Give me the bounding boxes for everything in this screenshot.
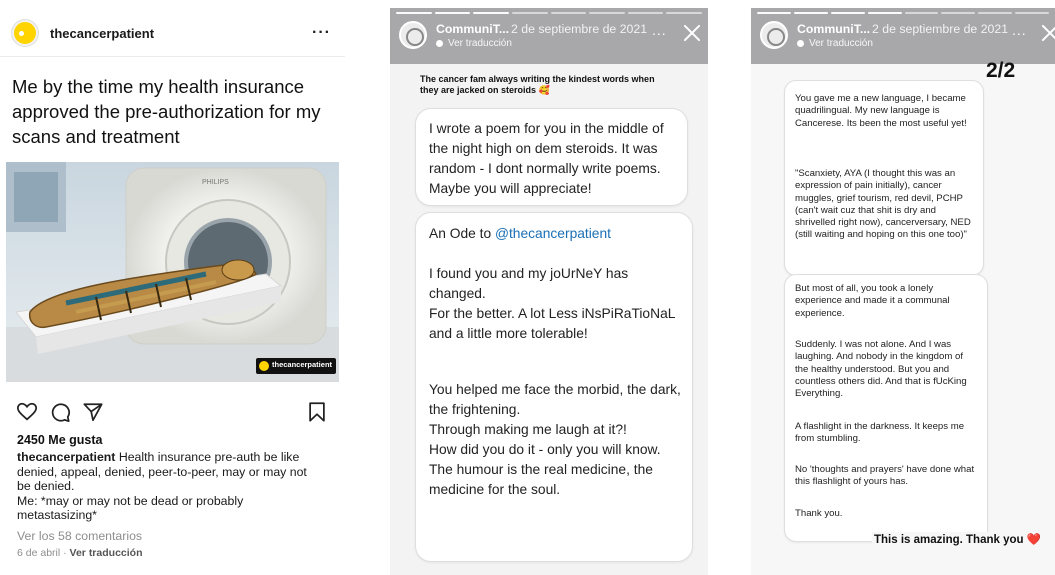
story-date: 2 de septiembre de 2021 xyxy=(872,22,1009,36)
story-more-icon[interactable]: ... xyxy=(652,22,667,38)
profile-avatar[interactable] xyxy=(12,20,38,46)
story-progress-bar xyxy=(757,12,1049,14)
comment-icon[interactable] xyxy=(49,401,71,423)
story-screenshot-1: CommuniT... 2 de septiembre de 2021 Ver … xyxy=(390,8,708,575)
message-text: Suddenly. I was not alone. And I was lau… xyxy=(795,339,967,400)
meme-text: Me by the time my health insurance appro… xyxy=(12,76,321,147)
caption-username[interactable]: thecancerpatient xyxy=(17,450,115,464)
post-actions xyxy=(16,401,328,423)
story-screenshot-2: CommuniT... 2 de septiembre de 2021 Ver … xyxy=(751,8,1055,575)
instagram-post: thecancerpatient ··· Me by the time my h… xyxy=(0,0,345,575)
bookmark-icon[interactable] xyxy=(306,401,328,423)
message-bubble-poem: An Ode to @thecancerpatient I found you … xyxy=(415,212,693,562)
mention-link[interactable]: @thecancerpatient xyxy=(495,226,611,241)
see-translation-link[interactable]: Ver traducción xyxy=(70,547,143,559)
scanner-brand-label: PHILIPS xyxy=(202,179,229,186)
post-caption: thecancerpatient Health insurance pre-au… xyxy=(17,450,322,523)
message-bubble-language: You gave me a new language, I became qua… xyxy=(784,80,984,276)
story-date: 2 de septiembre de 2021 xyxy=(511,22,648,36)
poem-title: An Ode to @thecancerpatient xyxy=(429,226,611,241)
header-divider xyxy=(0,56,345,57)
post-username[interactable]: thecancerpatient xyxy=(50,26,154,41)
story-account-name[interactable]: CommuniT... xyxy=(436,22,509,36)
message-text: I wrote a poem for you in the middle of … xyxy=(429,121,664,196)
story-translate-link[interactable]: Ver traducción xyxy=(797,38,873,49)
story-header: CommuniT... 2 de septiembre de 2021 Ver … xyxy=(390,8,708,64)
story-headline: The cancer fam always writing the kindes… xyxy=(420,74,655,95)
message-bubble-intro: I wrote a poem for you in the middle of … xyxy=(415,108,688,206)
story-account-avatar[interactable] xyxy=(399,21,427,49)
story-account-avatar[interactable] xyxy=(760,21,788,49)
page-indicator: 2/2 xyxy=(986,59,1016,82)
poem-stanza-1: I found you and my joUrNeY has changed. … xyxy=(429,266,675,341)
story-header: CommuniT... 2 de septiembre de 2021 Ver … xyxy=(751,8,1055,64)
close-icon[interactable] xyxy=(681,22,703,44)
close-icon[interactable] xyxy=(1039,22,1055,44)
heart-emoji-icon: ❤️ xyxy=(1026,534,1042,546)
share-icon[interactable] xyxy=(82,401,104,423)
story-translate-link[interactable]: Ver traducción xyxy=(436,38,512,49)
post-header: thecancerpatient ··· xyxy=(12,18,337,48)
globe-icon xyxy=(797,40,804,47)
poem-stanza-2: You helped me face the morbid, the dark,… xyxy=(429,382,681,497)
globe-icon xyxy=(436,40,443,47)
likes-count[interactable]: 2450 Me gusta xyxy=(17,433,102,447)
message-text: But most of all, you took a lonely exper… xyxy=(795,283,950,319)
image-watermark: thecancerpatient xyxy=(272,360,333,369)
story-reply-caption: This is amazing. Thank you ❤️ xyxy=(872,532,1044,546)
ct-scanner-mummy-illustration: PHILIPS xyxy=(6,162,339,382)
story-more-icon[interactable]: ... xyxy=(1012,22,1027,38)
more-options-icon[interactable]: ··· xyxy=(312,24,331,42)
view-comments-link[interactable]: Ver los 58 comentarios xyxy=(17,529,142,543)
post-date: 6 de abril xyxy=(17,547,61,559)
message-text: A flashlight in the darkness. It keeps m… xyxy=(795,421,965,445)
message-text: "Scanxiety, AYA (I thought this was an e… xyxy=(795,168,971,241)
caption-me-line: Me: *may or may not be dead or probably … xyxy=(17,493,244,523)
post-image[interactable]: PHILIPS thecancerpatient xyxy=(6,162,339,382)
story-account-name[interactable]: CommuniT... xyxy=(797,22,870,36)
message-text: Thank you. xyxy=(795,508,843,519)
post-date-row: 6 de abril · Ver traducción xyxy=(17,547,143,559)
story-progress-bar xyxy=(396,12,702,14)
message-text: You gave me a new language, I became qua… xyxy=(795,93,967,129)
message-bubble-thanks: But most of all, you took a lonely exper… xyxy=(784,274,988,542)
message-text: No 'thoughts and prayers' have done what… xyxy=(795,464,975,488)
heart-icon[interactable] xyxy=(16,401,38,423)
